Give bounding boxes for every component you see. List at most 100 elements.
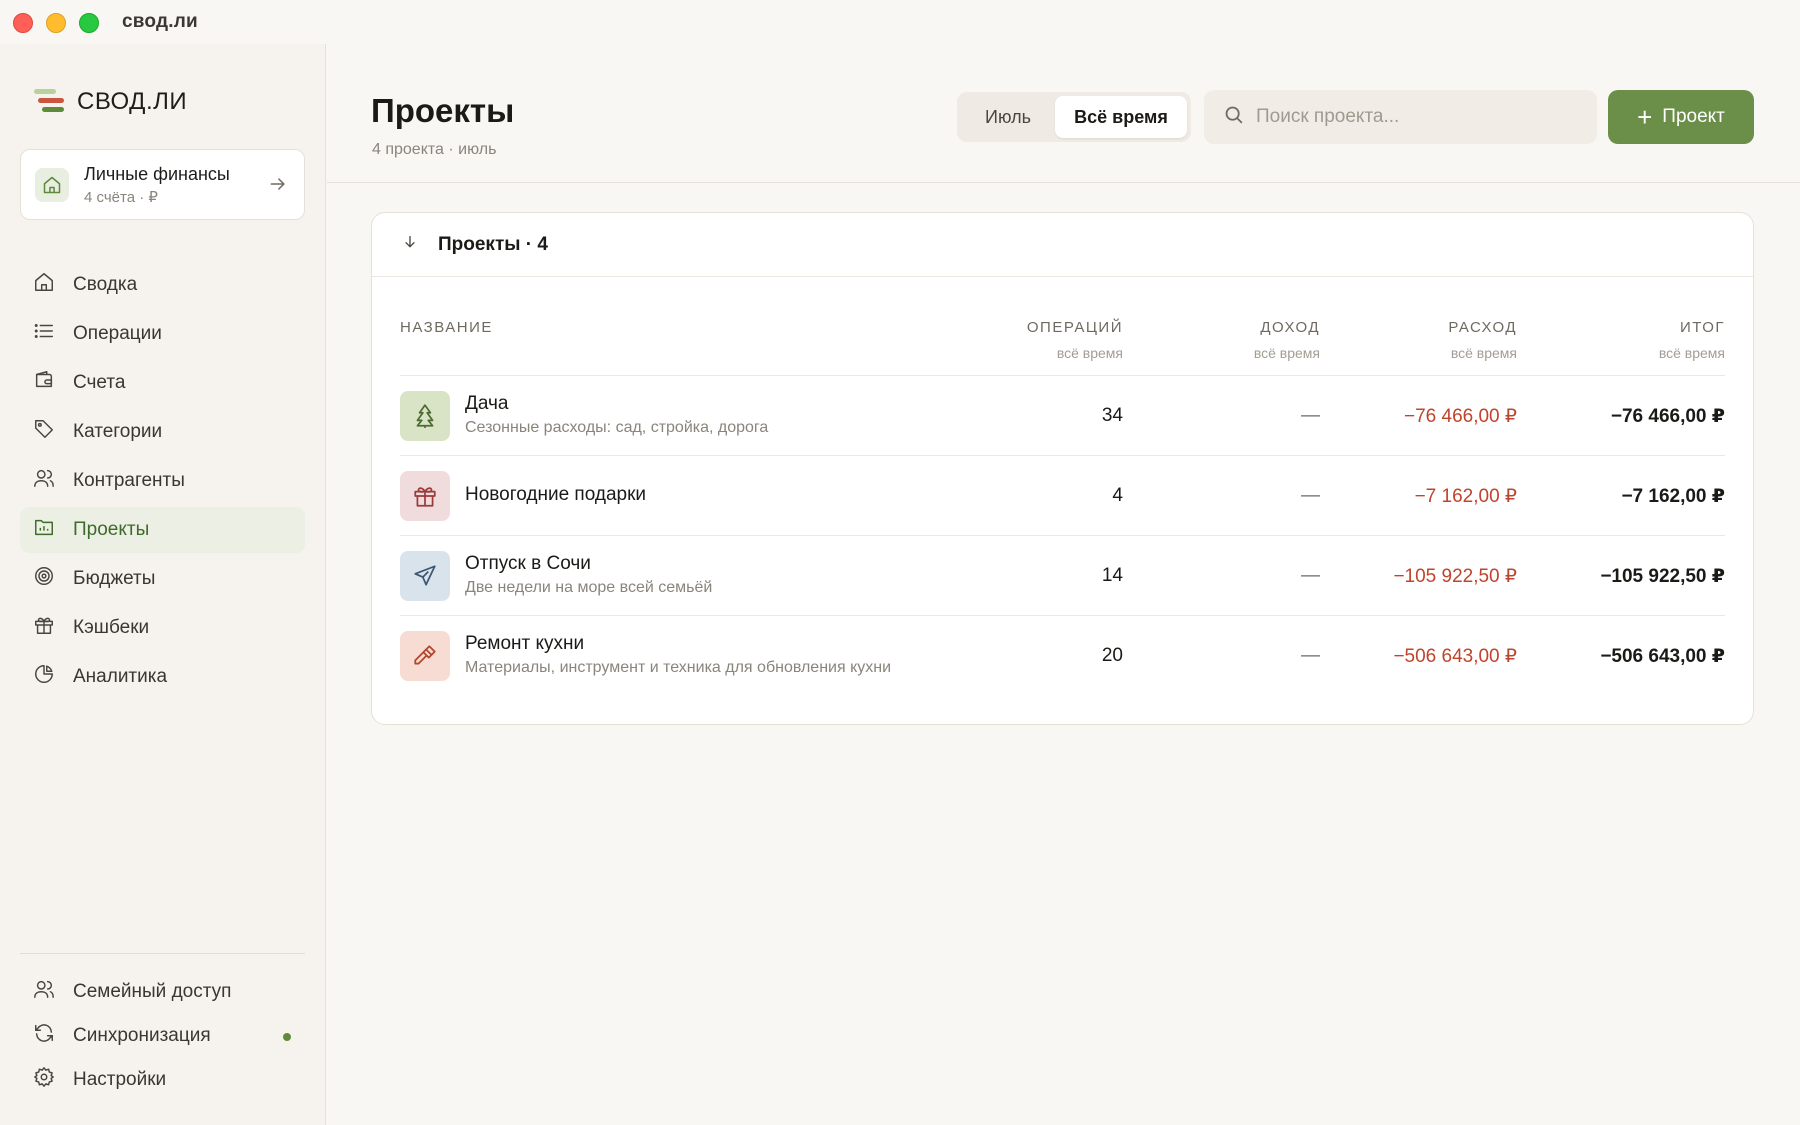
gear-icon xyxy=(33,1066,55,1094)
sidebar-item-label: Проекты xyxy=(73,519,150,540)
page-title: Проекты xyxy=(371,92,515,129)
table-row[interactable]: Ремонт кухни Материалы, инструмент и тех… xyxy=(400,616,1725,696)
close-window-button[interactable] xyxy=(13,13,33,33)
sidebar-item-analytics[interactable]: Аналитика xyxy=(20,654,305,700)
target-icon xyxy=(33,565,55,593)
column-period-total: всё время xyxy=(1658,345,1725,361)
list-icon xyxy=(33,320,55,348)
account-name: Личные финансы xyxy=(84,163,230,184)
sidebar-item-sync[interactable]: Синхронизация xyxy=(20,1014,305,1058)
window-controls xyxy=(13,13,99,33)
column-header-income[interactable]: Доход xyxy=(1260,319,1320,336)
project-name: Отпуск в Сочи xyxy=(465,553,591,574)
arrow-down-icon[interactable] xyxy=(402,234,418,255)
operations-count: 14 xyxy=(1101,565,1123,586)
window-title: свод.ли xyxy=(122,11,198,32)
add-project-label: Проект xyxy=(1662,106,1725,127)
table-header: Название Операций всё время Доход всё вр… xyxy=(400,277,1725,376)
project-name: Ремонт кухни xyxy=(465,633,585,654)
group-header[interactable]: Проекты · 4 xyxy=(372,213,1753,277)
income-value: — xyxy=(1301,405,1320,426)
sidebar-item-projects[interactable]: Проекты xyxy=(20,507,305,553)
period-option-july[interactable]: Июль xyxy=(961,96,1055,138)
column-header-total[interactable]: Итог xyxy=(1680,319,1725,336)
sidebar-item-budgets[interactable]: Бюджеты xyxy=(20,556,305,602)
hammer-icon xyxy=(400,631,450,681)
zoom-window-button[interactable] xyxy=(79,13,99,33)
total-value: −506 643,00 ₽ xyxy=(1600,646,1725,667)
users-icon xyxy=(33,467,55,495)
gift-icon xyxy=(33,614,55,642)
sidebar-nav: Сводка Операции Счета Категории Контраге… xyxy=(20,262,305,703)
sidebar-item-label: Семейный доступ xyxy=(73,981,232,1002)
project-name: Дача xyxy=(465,393,509,414)
sidebar-item-cashback[interactable]: Кэшбеки xyxy=(20,605,305,651)
sidebar-item-label: Синхронизация xyxy=(73,1025,211,1046)
sidebar-item-label: Сводка xyxy=(73,274,138,295)
income-value: — xyxy=(1301,645,1320,666)
page-subtitle: 4 проекта · июль xyxy=(372,141,497,158)
table-row[interactable]: Дача Сезонные расходы: сад, стройка, дор… xyxy=(400,376,1725,456)
account-summary: 4 счёта · ₽ xyxy=(84,188,158,206)
period-toggle: Июль Всё время xyxy=(957,92,1191,142)
expense-value: −105 922,50 ₽ xyxy=(1393,566,1517,587)
pie-chart-icon xyxy=(33,663,55,691)
main-content: Проекты 4 проекта · июль Июль Всё время … xyxy=(327,44,1800,1125)
project-description: Сезонные расходы: сад, стройка, дорога xyxy=(465,419,769,436)
column-header-expense[interactable]: Расход xyxy=(1448,319,1517,336)
home-icon xyxy=(33,271,55,299)
projects-icon xyxy=(33,516,55,544)
projects-table-card: Проекты · 4 Название Операций всё время … xyxy=(371,212,1754,725)
sidebar-item-label: Счета xyxy=(73,372,126,393)
table-row[interactable]: Новогодние подарки 4 — −7 162,00 ₽ −7 16… xyxy=(400,456,1725,536)
project-description: Две недели на море всей семьёй xyxy=(465,579,713,596)
sidebar-item-label: Кэшбеки xyxy=(73,617,150,638)
tree-icon xyxy=(400,391,450,441)
column-header-name[interactable]: Название xyxy=(400,319,493,336)
expense-value: −506 643,00 ₽ xyxy=(1393,646,1517,667)
arrow-right-icon xyxy=(268,174,288,199)
total-value: −7 162,00 ₽ xyxy=(1621,486,1725,507)
sidebar-item-label: Настройки xyxy=(73,1069,167,1090)
sidebar-item-label: Аналитика xyxy=(73,666,168,687)
sidebar-item-contractors[interactable]: Контрагенты xyxy=(20,458,305,504)
group-title: Проекты · 4 xyxy=(438,233,548,255)
minimize-window-button[interactable] xyxy=(46,13,66,33)
search-input[interactable] xyxy=(1256,106,1576,128)
sidebar-item-settings[interactable]: Настройки xyxy=(20,1058,305,1102)
tag-icon xyxy=(33,418,55,446)
sidebar-item-label: Бюджеты xyxy=(73,568,156,589)
sync-status-dot xyxy=(283,1033,291,1041)
expense-value: −76 466,00 ₽ xyxy=(1404,406,1517,427)
column-header-operations[interactable]: Операций xyxy=(1027,319,1123,336)
sidebar-item-family-access[interactable]: Семейный доступ xyxy=(20,970,305,1014)
sync-icon xyxy=(33,1022,55,1050)
search-icon xyxy=(1223,104,1244,130)
users-icon xyxy=(33,978,55,1006)
plane-icon xyxy=(400,551,450,601)
window-titlebar: свод.ли xyxy=(0,0,1800,44)
search-box xyxy=(1204,90,1597,144)
sidebar-item-categories[interactable]: Категории xyxy=(20,409,305,455)
operations-count: 20 xyxy=(1101,645,1123,666)
wallet-icon xyxy=(33,369,55,397)
table-body: Дача Сезонные расходы: сад, стройка, дор… xyxy=(372,376,1753,696)
brand-name: СВОД.ЛИ xyxy=(77,88,188,115)
sidebar-item-label: Операции xyxy=(73,323,162,344)
period-option-all-time[interactable]: Всё время xyxy=(1055,96,1187,138)
table-row[interactable]: Отпуск в Сочи Две недели на море всей се… xyxy=(400,536,1725,616)
header-divider xyxy=(327,182,1800,183)
plus-icon: + xyxy=(1637,102,1653,132)
total-value: −105 922,50 ₽ xyxy=(1600,566,1725,587)
income-value: — xyxy=(1301,565,1320,586)
sidebar: СВОД.ЛИ Личные финансы 4 счёта · ₽ Сводк… xyxy=(0,44,326,1125)
account-switcher[interactable]: Личные финансы 4 счёта · ₽ xyxy=(20,149,305,220)
sidebar-item-summary[interactable]: Сводка xyxy=(20,262,305,308)
home-icon xyxy=(35,167,69,202)
sidebar-item-accounts[interactable]: Счета xyxy=(20,360,305,406)
sidebar-divider xyxy=(20,953,305,954)
project-name: Новогодние подарки xyxy=(465,484,647,505)
add-project-button[interactable]: + Проект xyxy=(1608,90,1754,144)
brand[interactable]: СВОД.ЛИ xyxy=(34,88,187,116)
sidebar-item-operations[interactable]: Операции xyxy=(20,311,305,357)
